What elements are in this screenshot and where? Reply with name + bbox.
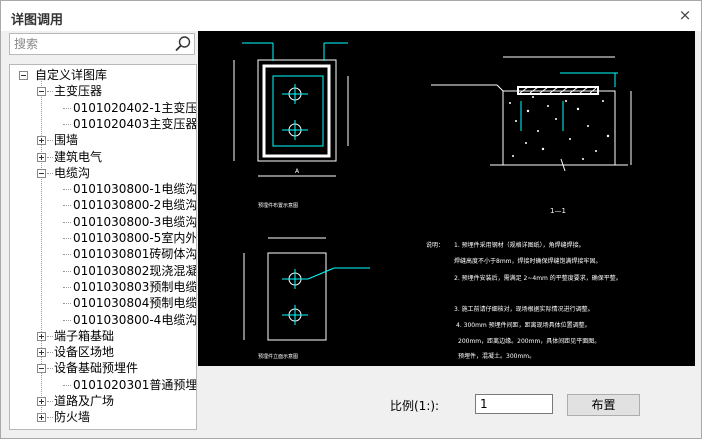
tree-node-label: 0101030804预制电缆沟盖 <box>73 296 197 311</box>
tree-node[interactable]: 0101030802现浇混凝土沟 <box>73 263 197 279</box>
detail-drawing-dialog: 详图调用 × 自定义详图库 主变压器0101020402-1主变压器础01010… <box>0 0 702 439</box>
tree-node[interactable]: 防火墙 <box>54 409 90 425</box>
tree-node-label: 0101030800-2电缆沟过水 <box>73 198 197 213</box>
tree-node[interactable]: 0101030800-5室内外电缆 <box>73 230 197 246</box>
tree-node-label: 0101020301普通预埋件 <box>73 377 197 392</box>
note-line: 2. 预埋件安装后，需满足 2~4mm 的平整度要求，确保平整。 <box>454 274 622 282</box>
layout-button[interactable]: 布置 <box>567 394 640 416</box>
tree-node[interactable]: 0101030801砖砌体沟壁 <box>73 246 197 262</box>
tree-node[interactable]: 道路及广场 <box>54 393 114 409</box>
note-line: 焊缝高度不小于8mm，焊接时确保焊缝饱满焊接牢固。 <box>454 257 602 265</box>
tree-node[interactable]: 主变压器 <box>54 83 102 99</box>
plan-caption: 预埋件布置示意图 <box>258 202 298 209</box>
search-box <box>9 33 195 55</box>
search-icon[interactable] <box>174 35 192 53</box>
note-line: 4. 300mm 预埋件间距，距离现场具体位置调整。 <box>456 321 591 329</box>
tree-node-label: 防火墙 <box>54 410 91 425</box>
tree-node-label: 建筑电气 <box>54 149 103 164</box>
tree-node-label: 0101030800-5室内外电缆 <box>73 231 197 245</box>
tree-node-label: 电缆沟 <box>54 165 91 180</box>
scale-label: 比例(1:): <box>390 399 440 413</box>
expand-icon[interactable] <box>37 152 46 162</box>
tree-node[interactable]: 0101020402-1主变压器础 <box>73 100 197 116</box>
tree-node-label: 围墙 <box>54 133 79 148</box>
search-input[interactable] <box>10 34 172 54</box>
tree-node[interactable]: 0101030800-2电缆沟过水 <box>73 197 197 213</box>
tree-node-label: 0101020403主变压器油 <box>73 116 197 131</box>
elevation-caption: 预埋件立面示意图 <box>258 353 298 360</box>
note-line: 3. 施工前请仔细核对，现场根据实际情况进行调整。 <box>454 305 594 313</box>
tree-node[interactable]: 0101020403主变压器油 <box>73 116 197 132</box>
tree-node-label: 0101030800-1电缆沟转角 <box>73 182 197 197</box>
section-caption: 1—1 <box>550 207 566 215</box>
tree-node[interactable]: 围墙 <box>54 132 78 148</box>
dim-label: A <box>295 168 300 175</box>
cad-drawing: 预埋件布置示意图 A 1—1 预埋件立面示意图 说明： 1. 预埋件采用钢材（规… <box>233 42 632 360</box>
tree-node[interactable]: 端子箱基础 <box>54 328 114 344</box>
tree-node-label: 道路及广场 <box>54 394 115 408</box>
tree-node-label: 0101030800-3电缆沟排水 <box>73 214 197 229</box>
tree-node[interactable]: 0101030804预制电缆沟盖 <box>73 295 197 311</box>
note-line: 预埋件，混凝土。300mm。 <box>458 352 535 360</box>
title-bar: 详图调用 × <box>1 1 701 31</box>
tree-root[interactable]: 自定义详图库 <box>35 67 107 83</box>
scale-input[interactable] <box>475 394 553 414</box>
collapse-icon[interactable] <box>37 87 46 97</box>
expand-icon[interactable] <box>37 136 46 146</box>
collapse-icon[interactable] <box>37 364 46 374</box>
close-icon[interactable]: × <box>677 7 693 23</box>
expand-icon[interactable] <box>37 331 46 341</box>
tree-node[interactable]: 0101030800-4电缆沟伸缩 <box>73 312 197 328</box>
drawing-preview: 预埋件布置示意图 A 1—1 预埋件立面示意图 说明： 1. 预埋件采用钢材（规… <box>198 31 695 366</box>
tree-node[interactable]: 0101030800-3电缆沟排水 <box>73 214 197 230</box>
tree-node-label: 主变压器 <box>54 84 103 99</box>
detail-library-tree[interactable]: 自定义详图库 主变压器0101020402-1主变压器础0101020403主变… <box>9 64 197 430</box>
tree-node-label: 0101030803预制电缆沟顶 <box>73 279 197 294</box>
tree-node-label: 0101030800-4电缆沟伸缩 <box>73 312 197 327</box>
collapse-icon[interactable] <box>19 71 28 80</box>
tree-node-label: 0101030802现浇混凝土沟 <box>73 263 197 278</box>
tree-node-label: 端子箱基础 <box>54 328 115 343</box>
tree-root-label: 自定义详图库 <box>35 68 108 82</box>
tree-node-label: 0101030801砖砌体沟壁 <box>73 247 197 262</box>
tree-node[interactable]: 设备区场地 <box>54 344 114 360</box>
dialog-title: 详图调用 <box>11 13 64 28</box>
tree-node[interactable]: 建筑电气 <box>54 149 102 165</box>
note-line: 1. 预埋件采用钢材（规格详图纸），角焊缝焊接。 <box>454 241 585 249</box>
tree-node-label: 设备区场地 <box>54 345 115 360</box>
tree-node[interactable]: 0101030800-1电缆沟转角 <box>73 181 197 197</box>
tree-node[interactable]: 设备基础预埋件 <box>54 360 138 376</box>
tree-node-label: 设备基础预埋件 <box>54 361 139 376</box>
tree-node[interactable]: 0101030803预制电缆沟顶 <box>73 279 197 295</box>
tree-node[interactable]: 0101020301普通预埋件 <box>73 377 197 393</box>
note-line: 200mm，距离边缘。200mm，具体间距见平面图。 <box>458 337 600 345</box>
collapse-icon[interactable] <box>37 168 46 178</box>
expand-icon[interactable] <box>37 413 46 423</box>
tree-node-label: 0101020402-1主变压器础 <box>73 100 197 115</box>
expand-icon[interactable] <box>37 348 46 358</box>
notes-title: 说明： <box>426 241 444 249</box>
expand-icon[interactable] <box>37 397 46 406</box>
tree-node[interactable]: 电缆沟 <box>54 165 90 181</box>
